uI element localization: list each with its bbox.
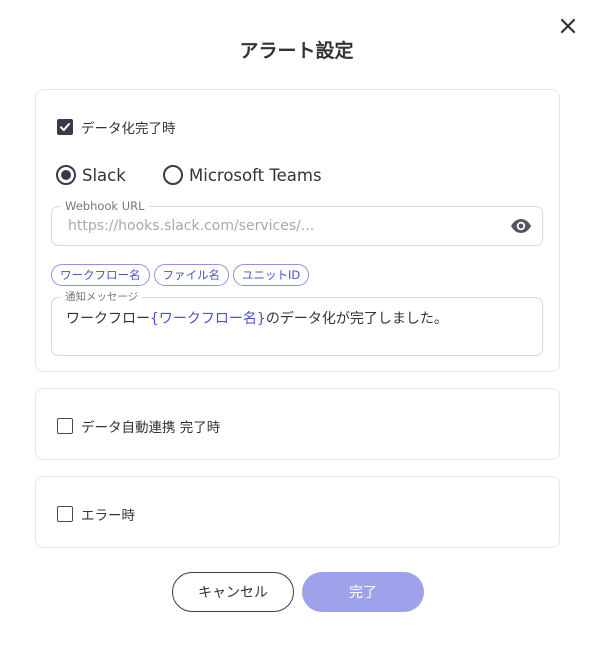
chip-workflow-name[interactable]: ワークフロー名 xyxy=(51,264,150,286)
webhook-url-input[interactable]: https://hooks.slack.com/services/... xyxy=(68,218,314,234)
auto-link-card: データ自動連携 完了時 xyxy=(35,388,560,460)
notification-message-field[interactable]: 通知メッセージ ワークフロー{ワークフロー名}のデータ化が完了しました。 xyxy=(51,290,543,356)
variable-chips: ワークフロー名 ファイル名 ユニットID xyxy=(51,264,310,286)
error-label: エラー時 xyxy=(81,508,135,524)
checkmark-icon xyxy=(60,123,70,131)
error-checkbox-row[interactable]: エラー時 xyxy=(57,504,135,524)
radio-slack-indicator[interactable] xyxy=(56,165,76,185)
webhook-url-field[interactable]: Webhook URL https://hooks.slack.com/serv… xyxy=(51,199,543,246)
message-variable: {ワークフロー名} xyxy=(150,311,266,327)
close-icon xyxy=(560,18,576,34)
radio-teams-indicator[interactable] xyxy=(163,165,183,185)
auto-link-checkbox-row[interactable]: データ自動連携 完了時 xyxy=(57,416,220,436)
message-prefix: ワークフロー xyxy=(66,311,150,327)
radio-slack[interactable]: Slack xyxy=(56,165,126,185)
dialog-title: アラート設定 xyxy=(239,40,354,62)
radio-slack-label: Slack xyxy=(82,165,126,185)
data-complete-card: データ化完了時 Slack Microsoft Teams Webhook UR… xyxy=(35,89,560,372)
data-complete-checkbox-row[interactable]: データ化完了時 xyxy=(57,117,176,137)
toggle-visibility-button[interactable] xyxy=(510,217,532,235)
close-button[interactable] xyxy=(556,14,580,38)
chip-unit-id[interactable]: ユニットID xyxy=(233,264,310,286)
webhook-url-legend: Webhook URL xyxy=(61,199,149,213)
data-complete-label: データ化完了時 xyxy=(81,121,176,137)
error-checkbox[interactable] xyxy=(57,506,73,522)
notification-message-legend: 通知メッセージ xyxy=(61,290,143,304)
eye-icon xyxy=(511,219,531,233)
error-card: エラー時 xyxy=(35,476,560,548)
message-suffix: のデータ化が完了しました。 xyxy=(265,311,448,327)
data-complete-checkbox[interactable] xyxy=(57,119,73,135)
radio-microsoft-teams[interactable]: Microsoft Teams xyxy=(163,165,322,185)
done-button[interactable]: 完了 xyxy=(302,572,424,612)
auto-link-label: データ自動連携 完了時 xyxy=(81,420,221,436)
notification-message-text[interactable]: ワークフロー{ワークフロー名}のデータ化が完了しました。 xyxy=(66,308,448,328)
radio-teams-label: Microsoft Teams xyxy=(189,165,322,185)
auto-link-checkbox[interactable] xyxy=(57,418,73,434)
chip-file-name[interactable]: ファイル名 xyxy=(153,264,229,286)
cancel-button[interactable]: キャンセル xyxy=(172,572,294,612)
